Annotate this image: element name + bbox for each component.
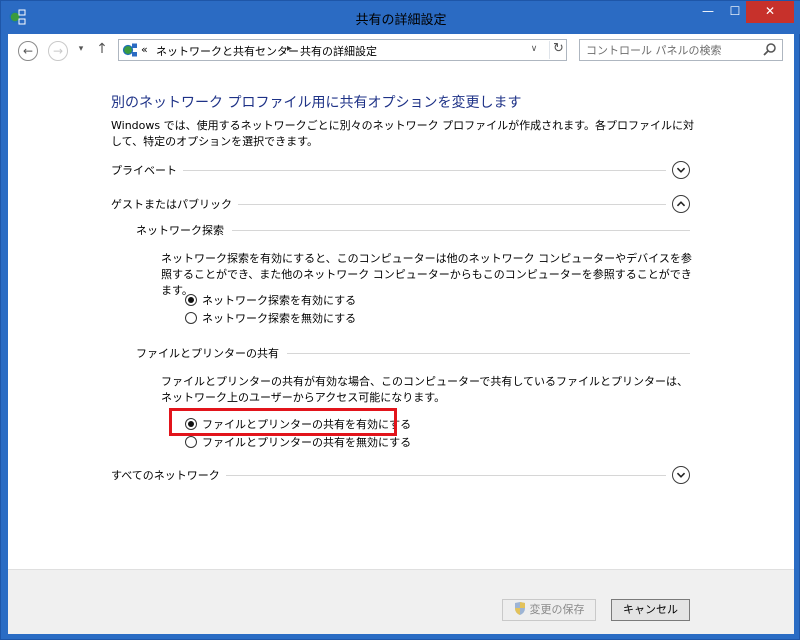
window: 共有の詳細設定 — ☐ ✕ ← → ▾ ↑ « ネットワークと共有センター ▸ … (0, 0, 800, 640)
network-icon (122, 43, 137, 57)
navigation-bar: ← → ▾ ↑ « ネットワークと共有センター ▸ 共有の詳細設定 ∨ ↻ (8, 34, 794, 67)
save-changes-button[interactable]: 変更の保存 (502, 599, 596, 621)
breadcrumb-advanced-sharing[interactable]: 共有の詳細設定 (300, 43, 377, 59)
search-icon[interactable] (762, 42, 778, 58)
divider (111, 170, 666, 171)
section-label[interactable]: プライベート (111, 162, 183, 178)
title-bar[interactable]: 共有の詳細設定 — ☐ ✕ (1, 1, 800, 34)
minimize-button[interactable]: — (694, 1, 722, 23)
subsection-label: ファイルとプリンターの共有 (136, 345, 287, 361)
address-dropdown[interactable]: ∨ (527, 44, 541, 58)
search-input[interactable] (586, 42, 756, 58)
file-printer-sharing-description: ファイルとプリンターの共有が有効な場合、このコンピューターで共有しているファイル… (161, 375, 689, 404)
section-private[interactable]: プライベート (111, 161, 696, 180)
address-bar[interactable]: « ネットワークと共有センター ▸ 共有の詳細設定 ∨ ↻ (118, 39, 567, 61)
section-all-networks[interactable]: すべてのネットワーク (111, 466, 696, 485)
chevron-up-icon[interactable] (672, 195, 690, 213)
maximize-button[interactable]: ☐ (721, 1, 749, 23)
subsection-network-discovery: ネットワーク探索 (136, 222, 690, 240)
radio-button[interactable] (185, 294, 197, 306)
save-label: 変更の保存 (529, 603, 585, 616)
radio-label[interactable]: ファイルとプリンターの共有を無効にする (202, 434, 411, 450)
radio-button[interactable] (185, 436, 197, 448)
up-button[interactable]: ↑ (95, 41, 109, 59)
breadcrumb-overflow[interactable]: « (141, 43, 148, 56)
recent-locations-dropdown[interactable]: ▾ (75, 44, 87, 56)
shield-icon (514, 602, 525, 615)
client-area: ← → ▾ ↑ « ネットワークと共有センター ▸ 共有の詳細設定 ∨ ↻ コン… (8, 34, 794, 634)
highlight-annotation (169, 408, 397, 436)
page-heading: 別のネットワーク プロファイル用に共有オプションを変更します (111, 95, 522, 111)
close-button[interactable]: ✕ (746, 1, 794, 23)
back-button[interactable]: ← (18, 41, 38, 61)
section-guest-public[interactable]: ゲストまたはパブリック (111, 195, 696, 214)
section-label[interactable]: すべてのネットワーク (111, 467, 226, 483)
breadcrumb-separator[interactable]: ▸ (287, 43, 292, 54)
chevron-down-icon[interactable] (672, 161, 690, 179)
forward-button[interactable]: → (48, 41, 68, 61)
section-label[interactable]: ゲストまたはパブリック (111, 196, 238, 212)
subsection-label: ネットワーク探索 (136, 222, 232, 238)
radio-label[interactable]: ネットワーク探索を有効にする (202, 292, 356, 308)
search-box[interactable] (579, 39, 783, 61)
cancel-button[interactable]: キャンセル (611, 599, 690, 621)
subsection-file-printer-sharing: ファイルとプリンターの共有 (136, 345, 690, 363)
window-title: 共有の詳細設定 (355, 13, 447, 28)
radio-button[interactable] (185, 312, 197, 324)
chevron-down-icon[interactable] (672, 466, 690, 484)
radio-label[interactable]: ネットワーク探索を無効にする (202, 310, 356, 326)
refresh-button[interactable]: ↻ (549, 41, 567, 59)
page-description: Windows では、使用するネットワークごとに別々のネットワーク プロファイル… (111, 119, 694, 148)
breadcrumb-network-center[interactable]: ネットワークと共有センター (156, 43, 299, 59)
